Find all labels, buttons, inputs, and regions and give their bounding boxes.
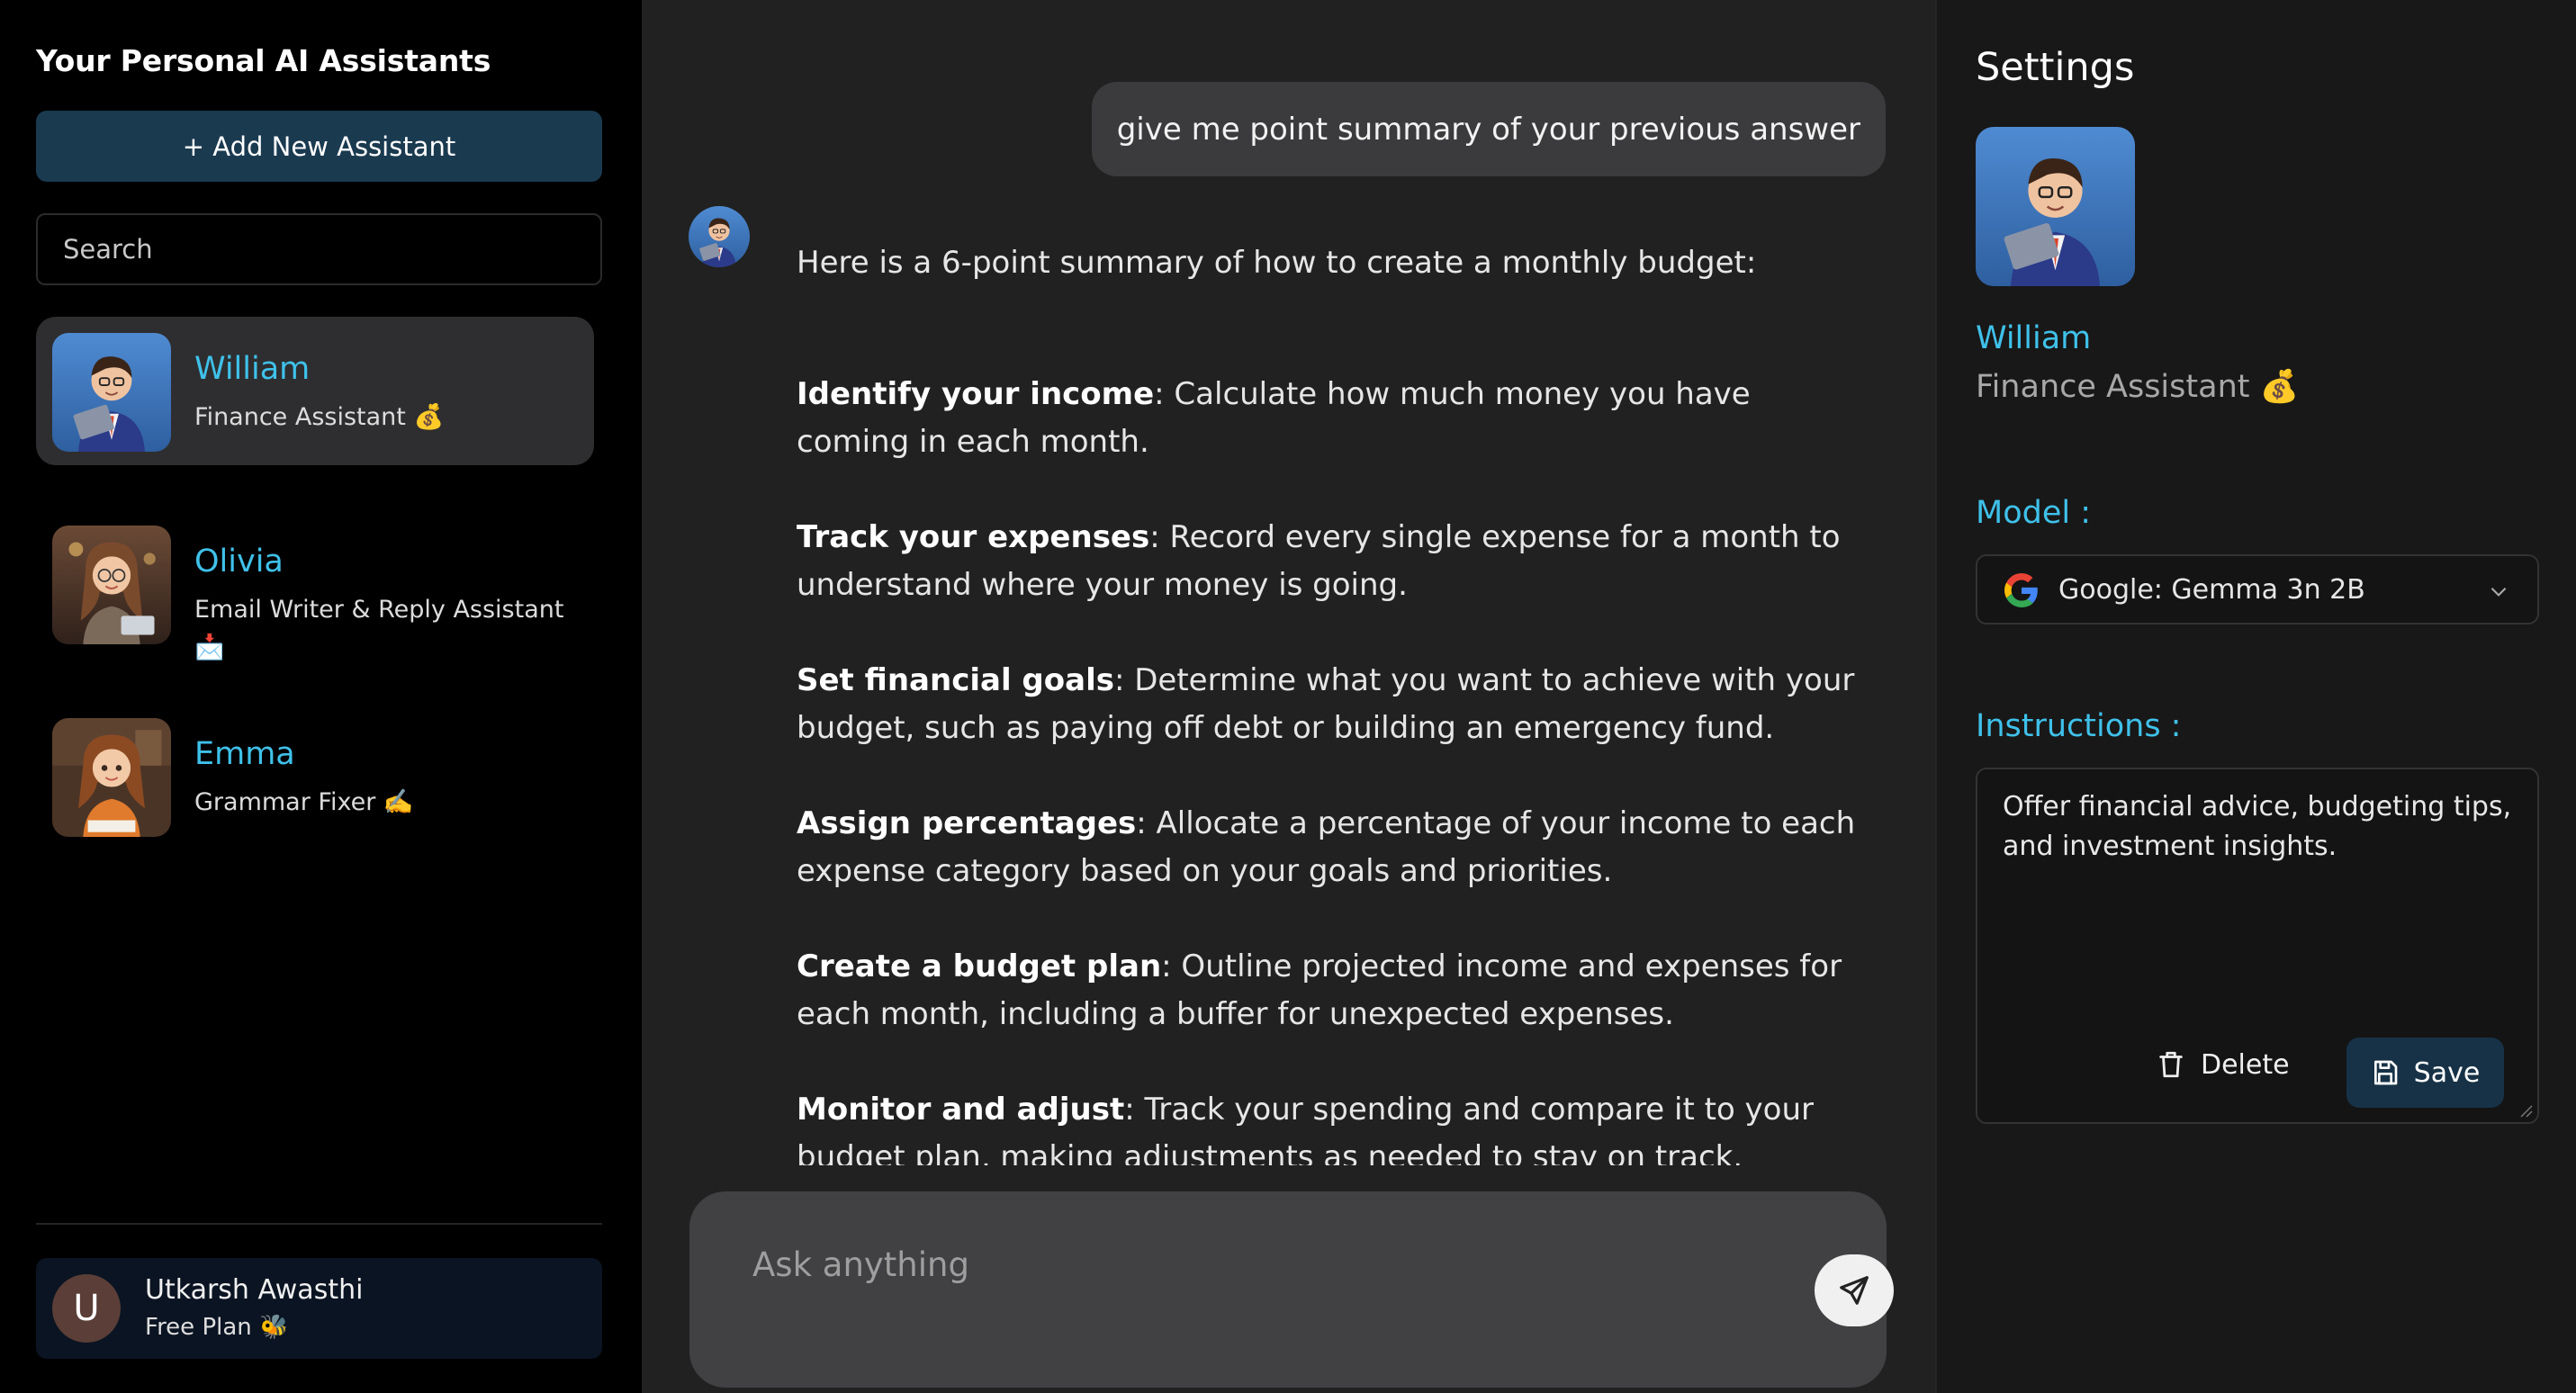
user-plan: Free Plan 🐝 <box>145 1314 289 1341</box>
assistant-item-emma[interactable]: Emma Grammar Fixer ✍️ <box>36 702 594 850</box>
sidebar: Your Personal AI Assistants + Add New As… <box>0 0 642 1393</box>
instructions-field[interactable]: Offer financial advice, budgeting tips, … <box>1976 768 2539 1124</box>
sidebar-title: Your Personal AI Assistants <box>36 43 491 78</box>
send-icon <box>1840 1276 1869 1305</box>
message-intro: Here is a 6-point summary of how to crea… <box>797 245 1757 281</box>
assistant-name: Olivia <box>194 544 284 580</box>
user-profile-card[interactable]: U Utkarsh Awasthi Free Plan 🐝 <box>36 1258 602 1359</box>
assistant-avatar <box>689 206 750 267</box>
divider <box>36 1223 602 1225</box>
user-avatar: U <box>52 1274 121 1343</box>
assistant-name: Emma <box>194 736 295 772</box>
delete-label: Delete <box>2201 1048 2290 1081</box>
model-label: Model : <box>1976 495 2092 531</box>
avatar <box>52 718 171 837</box>
instructions-text[interactable]: Offer financial advice, budgeting tips, … <box>2003 787 2516 867</box>
chevron-down-icon <box>2490 587 2507 597</box>
point-title: Create a budget plan <box>797 948 1162 984</box>
google-icon <box>2004 573 2038 607</box>
summary-point: Set financial goals: Determine what you … <box>797 657 1863 752</box>
assistant-item-william[interactable]: William Finance Assistant 💰 <box>36 317 594 465</box>
resize-handle-icon[interactable] <box>2517 1102 2534 1119</box>
assistant-avatar-large <box>1976 127 2135 286</box>
chat-panel: give me point summary of your previous a… <box>642 0 1935 1393</box>
point-title: Track your expenses <box>797 519 1150 555</box>
composer <box>689 1191 1894 1388</box>
user-name: Utkarsh Awasthi <box>145 1274 364 1306</box>
point-title: Assign percentages <box>797 805 1137 841</box>
save-label: Save <box>2413 1056 2481 1089</box>
instructions-label: Instructions : <box>1976 708 2182 744</box>
avatar <box>52 333 171 452</box>
assistant-role: Email Writer & Reply Assistant 📩 <box>194 596 564 661</box>
assistant-role: Finance Assistant 💰 <box>1976 369 2300 405</box>
assistant-role: Finance Assistant 💰 <box>194 403 445 431</box>
summary-point: Monitor and adjust: Track your spending … <box>797 1086 1863 1165</box>
search-input[interactable] <box>36 213 602 285</box>
point-title: Set financial goals <box>797 662 1114 698</box>
settings-title: Settings <box>1976 45 2135 90</box>
assistant-item-olivia[interactable]: Olivia Email Writer & Reply Assistant 📩 <box>36 509 594 661</box>
summary-point: Identify your income: Calculate how much… <box>797 371 1863 466</box>
add-assistant-button[interactable]: + Add New Assistant <box>36 111 602 182</box>
send-button[interactable] <box>1815 1254 1894 1326</box>
point-title: Monitor and adjust <box>797 1092 1125 1128</box>
save-button[interactable]: Save <box>2346 1038 2504 1108</box>
assistant-message: Here is a 6-point summary of how to crea… <box>797 229 1863 1165</box>
summary-point: Assign percentages: Allocate a percentag… <box>797 800 1863 895</box>
model-select[interactable]: Google: Gemma 3n 2B <box>1976 554 2539 625</box>
avatar <box>52 526 171 644</box>
summary-point: Track your expenses: Record every single… <box>797 514 1863 609</box>
point-title: Identify your income <box>797 376 1155 412</box>
trash-icon <box>2159 1051 2183 1078</box>
assistant-role: Grammar Fixer ✍️ <box>194 788 414 816</box>
model-value: Google: Gemma 3n 2B <box>2058 574 2365 606</box>
settings-panel: Settings William Finance Assistant 💰 Mod… <box>1935 0 2576 1393</box>
user-message: give me point summary of your previous a… <box>1091 82 1886 176</box>
assistant-name: William <box>1976 320 2092 356</box>
save-icon <box>2373 1060 2398 1085</box>
summary-point: Create a budget plan: Outline projected … <box>797 943 1863 1038</box>
message-input[interactable] <box>752 1245 1743 1284</box>
assistant-name: William <box>194 351 311 387</box>
delete-button[interactable]: Delete <box>2156 1038 2290 1092</box>
